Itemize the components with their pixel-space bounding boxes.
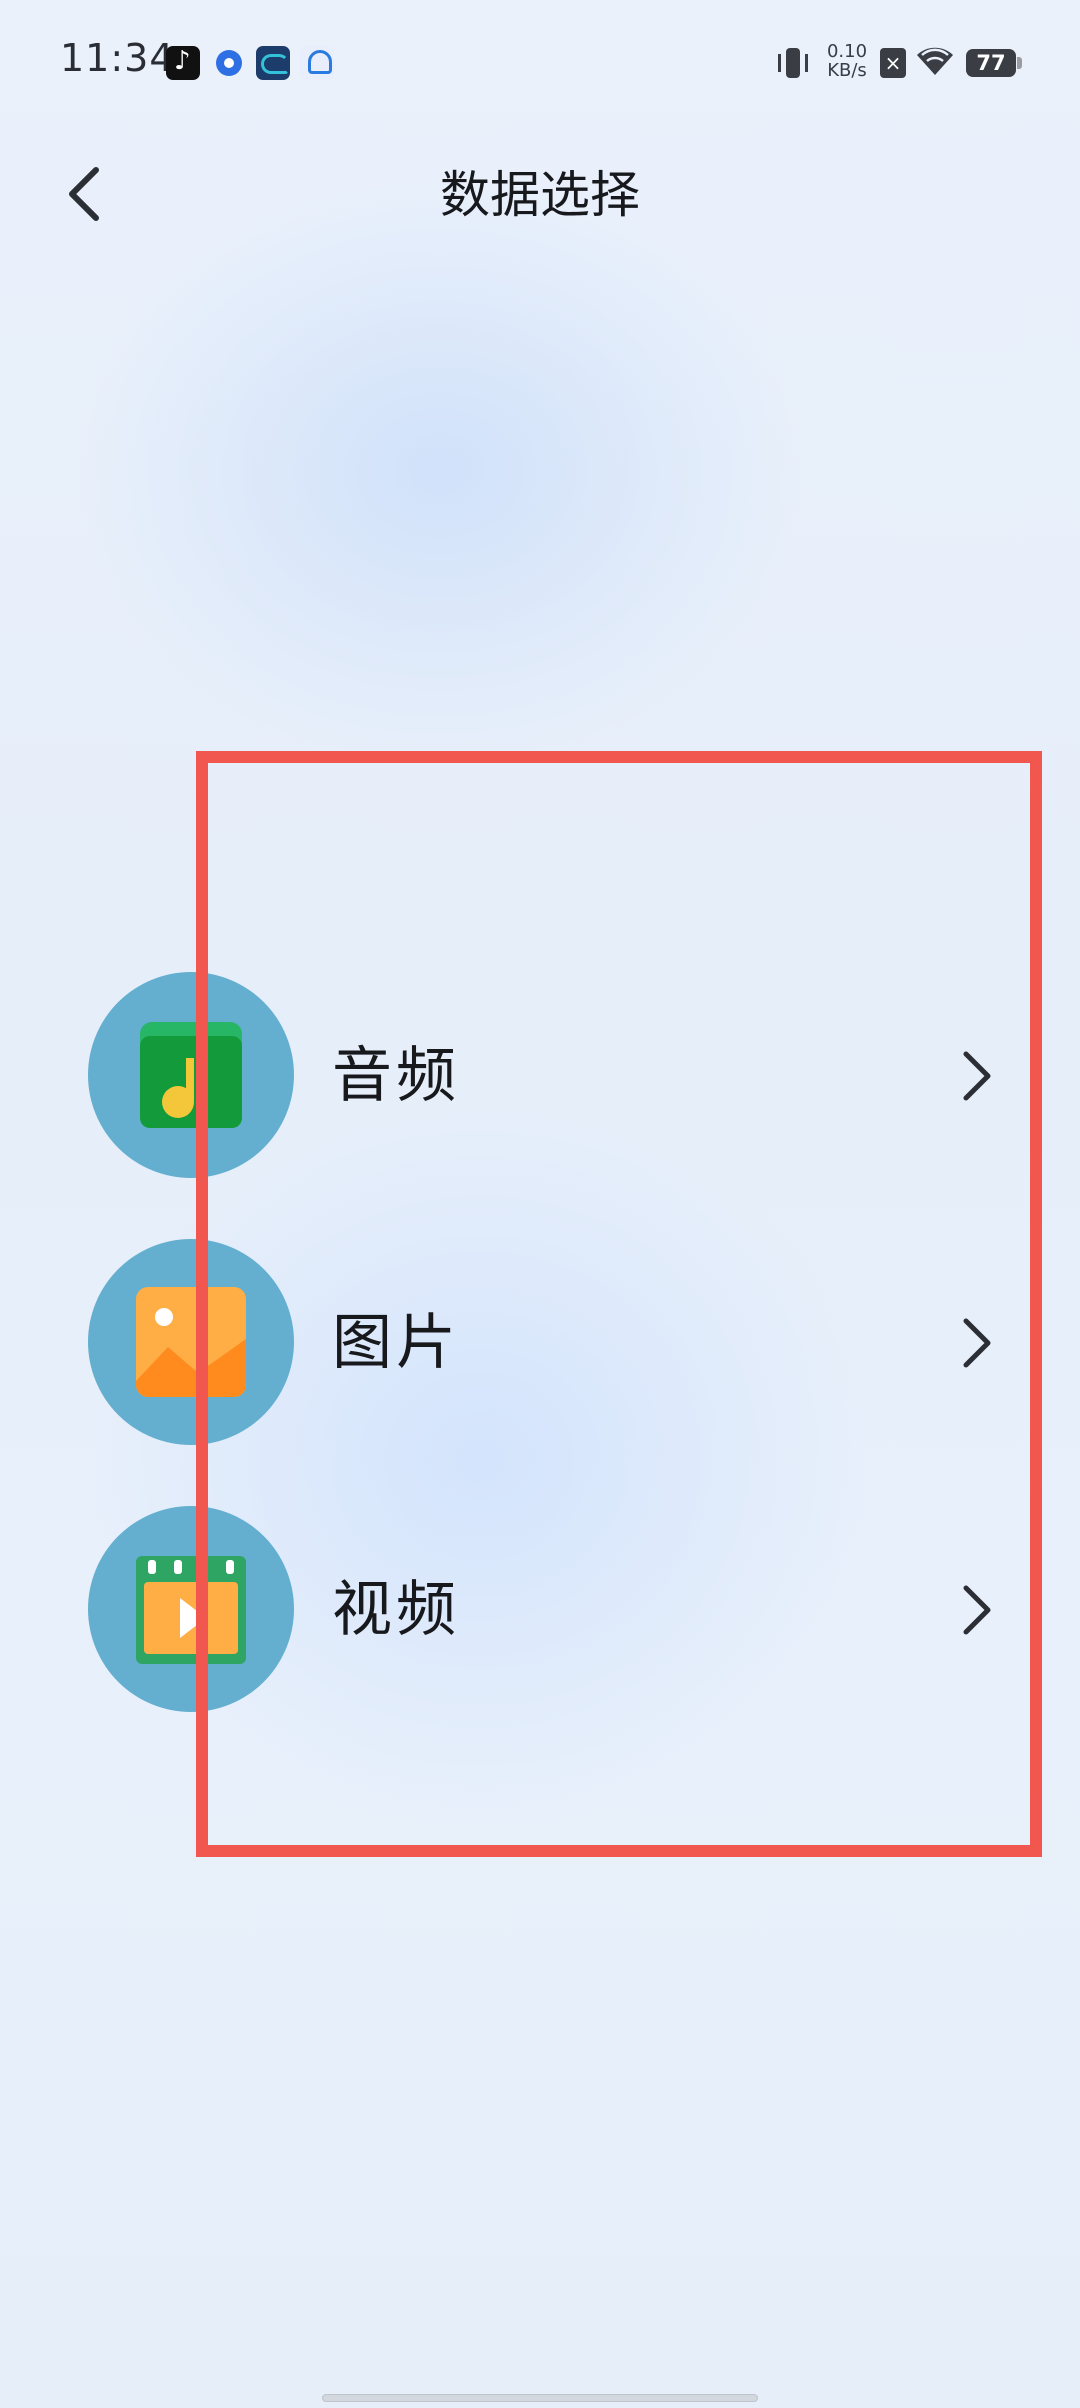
vibrate-icon xyxy=(776,46,810,80)
back-button[interactable] xyxy=(56,156,116,232)
image-file-icon xyxy=(136,1287,246,1397)
list-item-audio[interactable]: 音频 xyxy=(88,972,1008,1180)
chevron-left-icon xyxy=(69,167,99,221)
cloud-app-icon xyxy=(300,46,334,80)
circle-app-icon xyxy=(212,46,246,80)
wifi-icon xyxy=(917,47,953,75)
item-label: 音频 xyxy=(332,1041,460,1111)
list-item-image[interactable]: 图片 xyxy=(88,1239,1008,1447)
item-icon-circle xyxy=(88,1239,294,1445)
status-time: 11:34 xyxy=(60,36,175,80)
battery-level: 77 xyxy=(976,51,1006,75)
network-speed-value: 0.10 xyxy=(826,41,868,62)
network-speed: 0.10 KB/s xyxy=(822,42,872,80)
home-indicator[interactable] xyxy=(322,2394,758,2402)
video-file-icon xyxy=(136,1556,246,1664)
chevron-right-icon xyxy=(963,1585,991,1635)
network-speed-unit: KB/s xyxy=(827,60,867,81)
no-sim-icon: × xyxy=(880,48,906,78)
item-icon-circle xyxy=(88,972,294,1178)
blue-app-icon xyxy=(256,46,290,80)
battery-icon: 77 xyxy=(966,49,1022,77)
chevron-right-icon xyxy=(963,1318,991,1368)
item-label: 视频 xyxy=(332,1575,460,1645)
status-bar: 11:34 0.10 KB/s × 77 xyxy=(0,0,1080,130)
item-icon-circle xyxy=(88,1506,294,1712)
tiktok-icon xyxy=(166,46,200,80)
chevron-right-icon xyxy=(963,1051,991,1101)
list-item-video[interactable]: 视频 xyxy=(88,1506,1008,1714)
page-title: 数据选择 xyxy=(440,166,640,224)
item-label: 图片 xyxy=(332,1308,460,1378)
audio-file-icon xyxy=(140,1022,242,1128)
